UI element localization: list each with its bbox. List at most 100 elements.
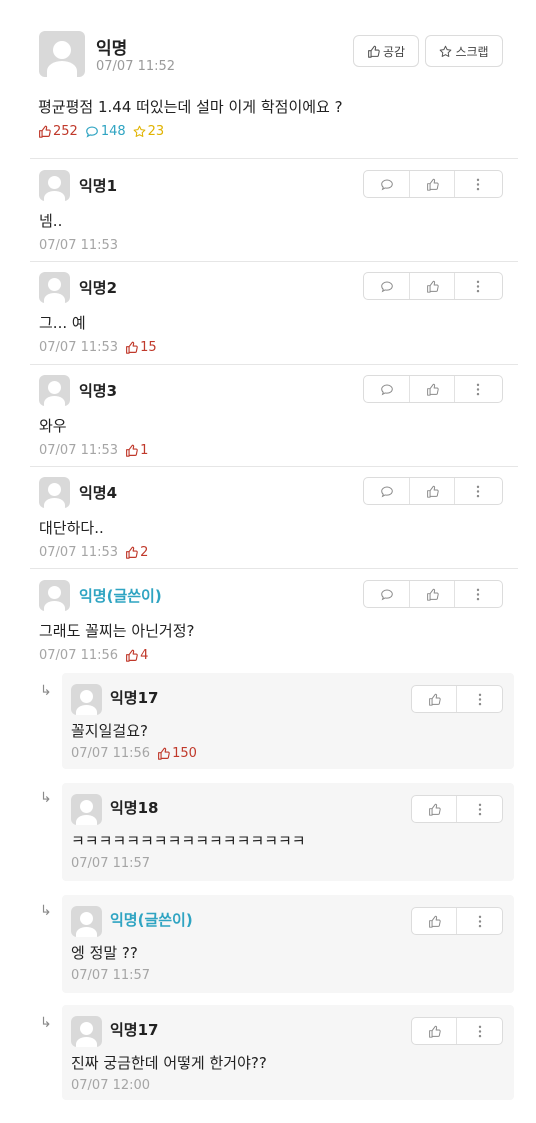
comment-count: 148	[85, 124, 126, 139]
reply-arrow-icon: ↳	[40, 790, 52, 806]
reply-author: 익명17	[110, 1021, 159, 1039]
reply-actions	[411, 907, 503, 935]
reply-time: 07/07 11:56	[71, 746, 151, 761]
more-vertical-icon	[476, 383, 480, 396]
author-avatar	[39, 31, 85, 77]
speech-bubble-icon	[380, 383, 394, 396]
comment-text: 와우	[39, 417, 67, 435]
comment-time: 07/07 11:53	[39, 340, 119, 355]
like-button[interactable]: 공감	[353, 35, 419, 67]
reply-meta: 07/07 11:57	[71, 968, 150, 983]
scrap-button-label: 스크랩	[455, 44, 489, 59]
speech-bubble-icon	[85, 125, 99, 138]
scrap-button[interactable]: 스크랩	[425, 35, 503, 67]
reply-author: 익명18	[110, 799, 159, 817]
reply-time: 07/07 12:00	[71, 1078, 151, 1093]
comment-text: 대단하다..	[39, 519, 104, 537]
reply-button[interactable]	[364, 273, 409, 299]
comment-time: 07/07 11:53	[39, 443, 119, 458]
reply-button[interactable]	[364, 581, 409, 607]
more-vertical-icon	[476, 588, 480, 601]
reply-button[interactable]	[364, 478, 409, 504]
comment-meta: 07/07 11:53	[39, 238, 118, 253]
more-button[interactable]	[454, 376, 501, 402]
reply-button[interactable]	[364, 376, 409, 402]
post-title: 평균평점 1.44 떠있는데 설마 이게 학점이에요 ?	[38, 98, 343, 116]
comment-text: 그래도 꼴찌는 아닌거정?	[39, 622, 195, 640]
reply-meta: 07/07 12:00	[71, 1078, 150, 1093]
post-stats: 252 148 23	[38, 124, 164, 139]
avatar	[39, 580, 70, 611]
thumbs-up-icon	[125, 444, 138, 457]
post-author: 익명	[96, 39, 128, 59]
reply-arrow-icon: ↳	[40, 903, 52, 919]
vote-button[interactable]	[409, 478, 454, 504]
vote-button[interactable]	[412, 908, 456, 934]
thumbs-up-icon	[125, 649, 138, 662]
more-button[interactable]	[454, 171, 501, 197]
comment-item: 익명3 와우 07/07 11:53 1	[30, 375, 518, 465]
like-button-label: 공감	[382, 44, 406, 59]
speech-bubble-icon	[380, 588, 394, 601]
reply-actions	[411, 795, 503, 823]
scrap-count: 23	[133, 124, 164, 139]
reply-meta: 07/07 11:56 150	[71, 746, 197, 761]
reply-actions	[411, 1017, 503, 1045]
comment-actions	[363, 477, 503, 505]
more-vertical-icon	[478, 693, 482, 706]
avatar	[71, 684, 102, 715]
vote-button[interactable]	[409, 581, 454, 607]
avatar	[39, 272, 70, 303]
reply-time: 07/07 11:57	[71, 968, 151, 983]
more-button[interactable]	[454, 273, 501, 299]
vote-button[interactable]	[409, 273, 454, 299]
vote-button[interactable]	[409, 376, 454, 402]
more-button[interactable]	[456, 1018, 502, 1044]
comment-votes: 4	[125, 648, 148, 663]
like-count: 252	[38, 124, 78, 139]
thumbs-up-icon	[428, 803, 441, 816]
reply-actions	[411, 685, 503, 713]
comment-meta: 07/07 11:53 1	[39, 443, 148, 458]
comment-votes: 1	[125, 443, 148, 458]
reply-item: 익명(글쓴이) 엥 정말 ?? 07/07 11:57	[62, 895, 514, 993]
reply-item: 익명17 꼴지일걸요? 07/07 11:56 150	[62, 673, 514, 769]
divider	[30, 568, 518, 569]
reply-button[interactable]	[364, 171, 409, 197]
star-icon	[133, 125, 146, 138]
speech-bubble-icon	[380, 485, 394, 498]
comment-actions	[363, 580, 503, 608]
vote-button[interactable]	[412, 796, 456, 822]
vote-button[interactable]	[412, 686, 456, 712]
more-button[interactable]	[454, 478, 501, 504]
avatar	[71, 1016, 102, 1047]
more-button[interactable]	[456, 908, 502, 934]
vote-button[interactable]	[409, 171, 454, 197]
reply-arrow-icon: ↳	[40, 1015, 52, 1031]
post-header: 익명 07/07 11:52 공감 스크랩 평균평점 1.44 떠있는데 설마 …	[0, 0, 536, 158]
comment-author: 익명(글쓴이)	[79, 587, 162, 605]
reply-text: ㅋㅋㅋㅋㅋㅋㅋㅋㅋㅋㅋㅋㅋㅋㅋㅋㅋ	[71, 832, 306, 850]
comment-time: 07/07 11:53	[39, 238, 119, 253]
more-vertical-icon	[478, 803, 482, 816]
comment-item: 익명(글쓴이) 그래도 꼴찌는 아닌거정? 07/07 11:56 4	[30, 580, 518, 670]
thumbs-up-icon	[426, 383, 439, 396]
comment-votes: 2	[125, 545, 148, 560]
divider	[30, 261, 518, 262]
post-time: 07/07 11:52	[96, 59, 176, 74]
more-vertical-icon	[478, 1025, 482, 1038]
divider	[30, 364, 518, 365]
more-button[interactable]	[454, 581, 501, 607]
thumbs-up-icon	[367, 45, 380, 58]
vote-button[interactable]	[412, 1018, 456, 1044]
thumbs-up-icon	[38, 125, 51, 138]
more-button[interactable]	[456, 686, 502, 712]
avatar	[39, 477, 70, 508]
reply-author: 익명(글쓴이)	[110, 911, 193, 929]
reply-time: 07/07 11:57	[71, 856, 151, 871]
more-button[interactable]	[456, 796, 502, 822]
speech-bubble-icon	[380, 178, 394, 191]
reply-item: 익명18 ㅋㅋㅋㅋㅋㅋㅋㅋㅋㅋㅋㅋㅋㅋㅋㅋㅋ 07/07 11:57	[62, 783, 514, 881]
reply-text: 엥 정말 ??	[71, 944, 138, 962]
comment-actions	[363, 375, 503, 403]
